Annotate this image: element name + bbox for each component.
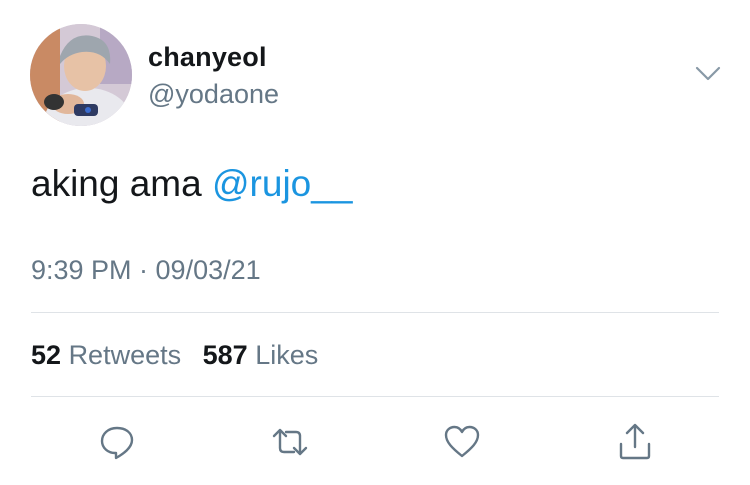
divider <box>31 312 719 313</box>
engagement-stats: 52 Retweets 587 Likes <box>31 340 332 371</box>
reply-icon[interactable] <box>95 420 139 464</box>
heart-icon[interactable] <box>440 420 484 464</box>
action-bar <box>0 420 750 464</box>
retweets-stat[interactable]: 52 Retweets <box>31 340 181 370</box>
divider <box>31 396 719 397</box>
retweets-label: Retweets <box>68 340 182 370</box>
likes-label: Likes <box>255 340 319 370</box>
retweets-count: 52 <box>31 340 62 370</box>
mention-link[interactable]: @rujo__ <box>212 163 352 204</box>
timestamp[interactable]: 9:39 PM · 09/03/21 <box>31 255 261 286</box>
likes-count: 587 <box>202 340 248 370</box>
retweet-icon[interactable] <box>268 420 312 464</box>
avatar[interactable] <box>30 24 132 126</box>
likes-stat[interactable]: 587 Likes <box>203 340 319 370</box>
share-icon[interactable] <box>613 420 657 464</box>
tweet-text: aking ama @rujo__ <box>31 163 352 205</box>
user-handle[interactable]: @yodaone <box>148 79 279 110</box>
avatar-image <box>30 24 132 126</box>
tweet-body: aking ama <box>31 163 212 204</box>
chevron-down-icon[interactable] <box>694 62 722 86</box>
display-name[interactable]: chanyeol <box>148 42 267 73</box>
